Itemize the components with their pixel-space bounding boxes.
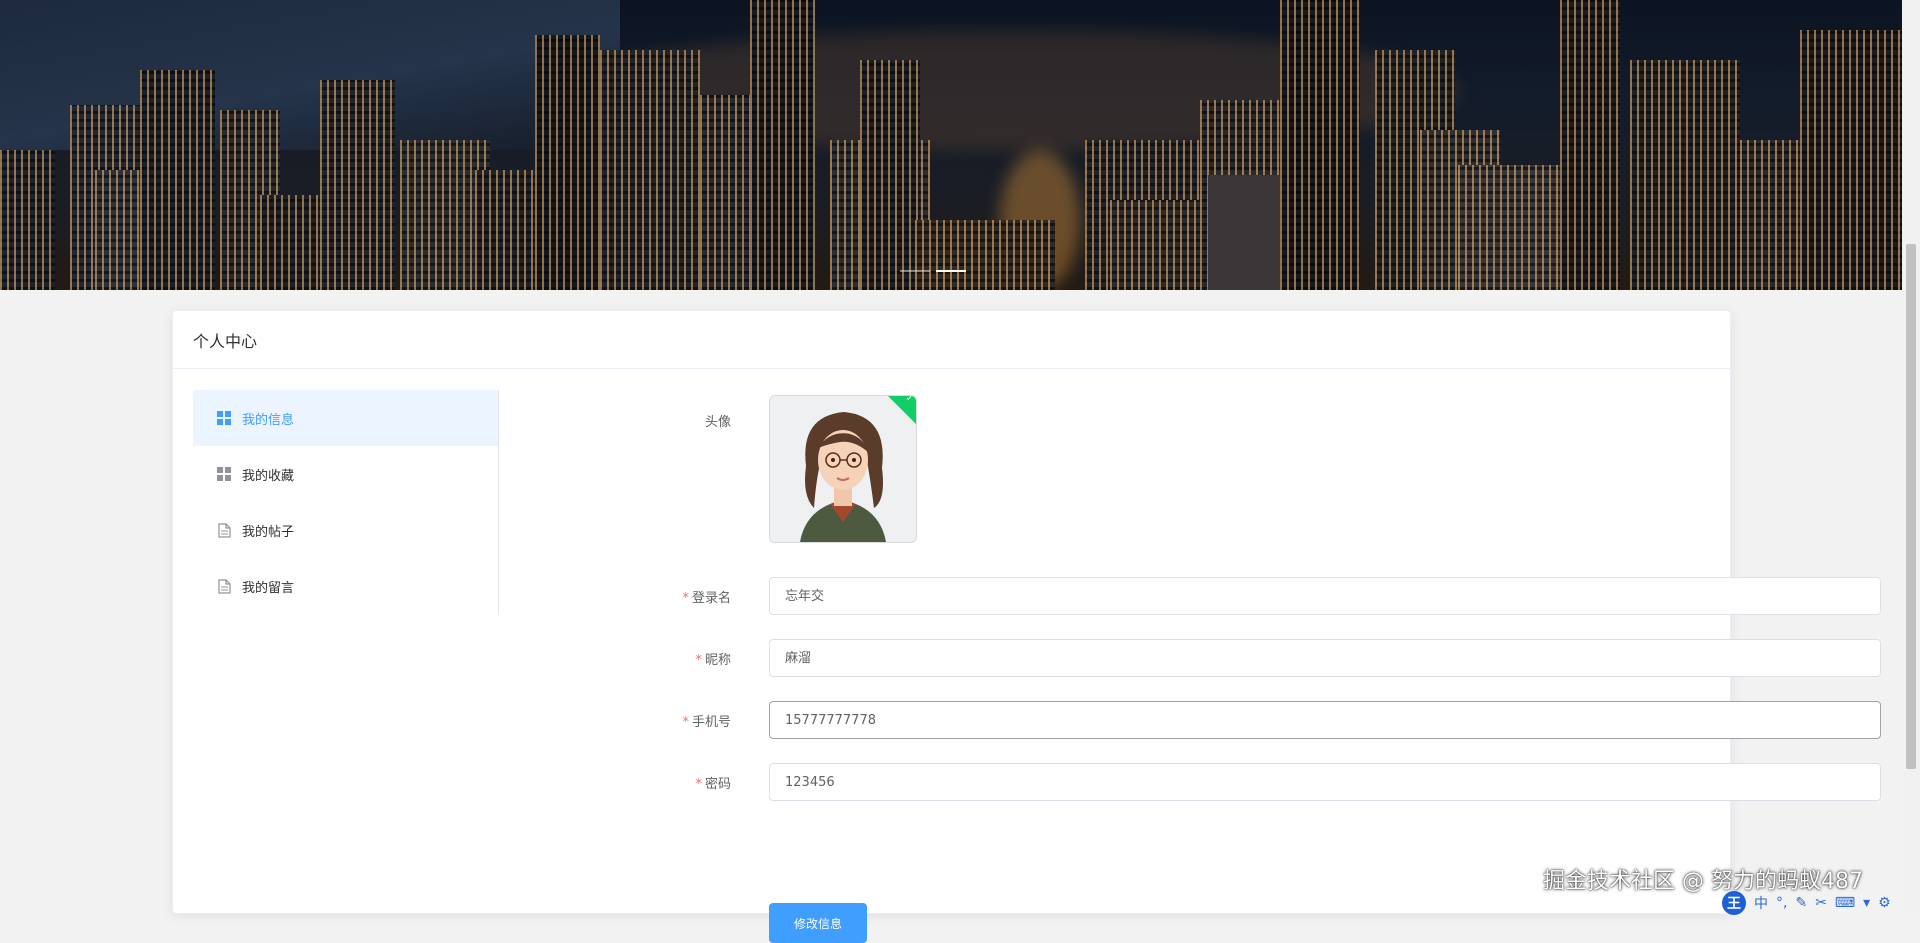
document-icon [217, 578, 232, 594]
scissors-icon[interactable]: ✂ [1815, 895, 1827, 911]
punctuation-icon[interactable]: °, [1776, 895, 1787, 911]
pen-icon[interactable]: ✎ [1795, 895, 1807, 911]
building [860, 60, 920, 290]
required-asterisk: * [682, 591, 689, 606]
ime-mode[interactable]: 中 [1754, 893, 1768, 913]
building [140, 70, 215, 290]
building [1110, 200, 1200, 290]
phone-label: * 手机号 [682, 715, 731, 730]
building [320, 80, 395, 290]
side-menu: 我的信息 我的收藏 我的帖子 我的留言 [193, 390, 499, 615]
menu-item-my-messages[interactable]: 我的留言 [193, 558, 498, 614]
keyboard-icon[interactable]: ⌨ [1835, 895, 1855, 911]
password-label: * 密码 [695, 777, 731, 792]
card-header: 个人中心 [173, 311, 1730, 369]
ime-toolbar[interactable]: 王 中 °, ✎ ✂ ⌨ ▾ ⚙ [1722, 890, 1891, 916]
menu-item-label: 我的帖子 [242, 524, 295, 540]
menu-item-my-info[interactable]: 我的信息 [193, 390, 498, 446]
menu-item-my-posts[interactable]: 我的帖子 [193, 502, 498, 558]
avatar-label: 头像 [704, 415, 731, 430]
required-asterisk: * [695, 777, 702, 792]
document-icon [217, 522, 232, 538]
building [1630, 60, 1740, 290]
password-input[interactable]: 123456 [769, 763, 1881, 801]
building [0, 150, 55, 290]
menu-item-label: 我的信息 [242, 412, 295, 428]
menu-item-label: 我的收藏 [242, 468, 295, 484]
carousel-dot[interactable] [900, 270, 930, 272]
menu-item-my-favorites[interactable]: 我的收藏 [193, 446, 498, 502]
update-info-button[interactable]: 修改信息 [769, 903, 867, 943]
required-asterisk: * [695, 653, 702, 668]
carousel-indicators[interactable] [900, 270, 966, 272]
grid-icon [217, 410, 232, 426]
scrollbar-thumb[interactable] [1906, 244, 1916, 769]
building [1280, 0, 1360, 290]
required-asterisk: * [682, 715, 689, 730]
building [750, 0, 815, 290]
building [535, 35, 600, 290]
menu-item-label: 我的留言 [242, 580, 295, 596]
building [1800, 30, 1902, 290]
shirt-icon[interactable]: ▾ [1863, 895, 1870, 911]
building [600, 50, 700, 290]
login-name-label: * 登录名 [682, 591, 731, 606]
grid-icon [217, 466, 232, 482]
settings-icon[interactable]: ⚙ [1878, 895, 1891, 911]
avatar-uploader[interactable]: ✓ [769, 395, 917, 543]
personal-center-card: 个人中心 我的信息 我的收藏 我的帖子 我的留言 头像 ✓ * 登录名 忘年交 … [172, 310, 1881, 943]
phone-input[interactable]: 15777777778 [769, 701, 1881, 739]
login-name-input[interactable]: 忘年交 [769, 577, 1881, 615]
carousel-dot-active[interactable] [936, 270, 966, 272]
nickname-label: * 昵称 [695, 653, 731, 668]
hero-banner [0, 0, 1902, 290]
card-title: 个人中心 [193, 331, 258, 351]
nickname-input[interactable]: 麻溜 [769, 639, 1881, 677]
ime-logo-icon[interactable]: 王 [1722, 891, 1746, 915]
building [915, 220, 1055, 290]
building [1560, 0, 1620, 290]
page-scrollbar[interactable] [1902, 0, 1920, 918]
avatar-image [770, 396, 916, 542]
